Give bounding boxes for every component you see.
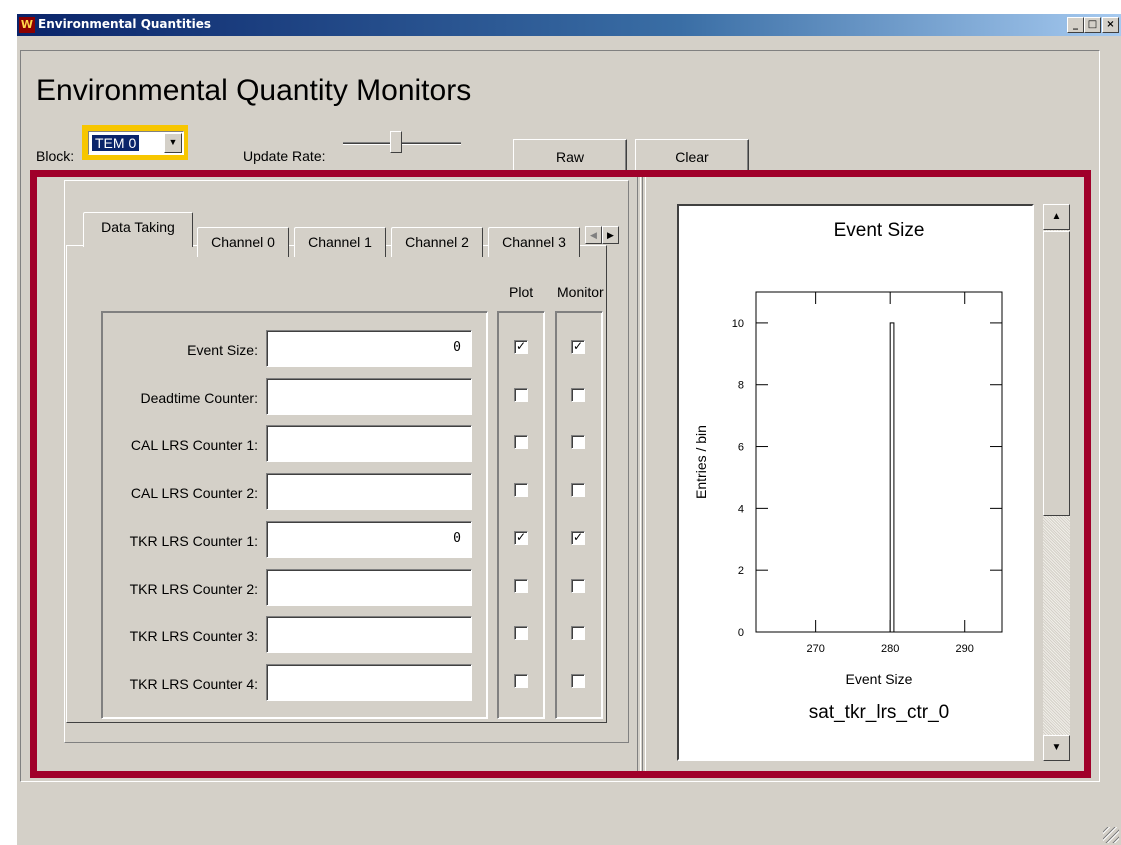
block-select[interactable]: TEM 0 ▼ <box>88 131 184 155</box>
y-axis-label: Entries / bin <box>693 425 709 499</box>
update-rate-slider-thumb[interactable] <box>390 131 402 153</box>
monitor-checkbox[interactable] <box>571 435 585 449</box>
tab-channel-3[interactable]: Channel 3 <box>488 227 580 257</box>
minimize-button[interactable]: _ <box>1067 17 1084 33</box>
field-label: TKR LRS Counter 1: <box>129 533 258 549</box>
arrow-right-icon[interactable]: ▶ <box>602 226 619 244</box>
field-label: Event Size: <box>187 342 258 358</box>
plot-column-header: Plot <box>509 284 534 300</box>
value-field[interactable] <box>266 569 472 606</box>
title-bar[interactable]: W Environmental Quantities _ □ × <box>17 14 1121 36</box>
y-tick-label: 4 <box>738 503 744 515</box>
block-selected-value: TEM 0 <box>90 134 141 152</box>
scrollbar-thumb[interactable] <box>1043 231 1070 516</box>
plot-checkbox[interactable] <box>514 388 528 402</box>
plot-checkbox[interactable] <box>514 626 528 640</box>
value-field[interactable]: 0 <box>266 521 472 558</box>
plot-area: Event Size 0 2 4 6 8 10 270 280 290 Event Size Entr… <box>677 204 1034 761</box>
resize-grip-icon[interactable] <box>1103 827 1119 843</box>
monitor-checkbox[interactable] <box>571 579 585 593</box>
update-rate-slider[interactable] <box>343 142 461 145</box>
value-field[interactable] <box>266 425 472 462</box>
x-axis-label: Event Size <box>846 671 913 687</box>
field-label: TKR LRS Counter 4: <box>129 676 258 692</box>
y-tick-label: 8 <box>738 380 744 392</box>
histogram-chart: Event Size 0 2 4 6 8 10 270 280 290 Event Size Entr… <box>693 220 1003 723</box>
monitor-column-header: Monitor <box>557 284 604 300</box>
plot-checkbox[interactable] <box>514 435 528 449</box>
value-field[interactable]: 0 <box>266 330 472 367</box>
value-field[interactable] <box>266 473 472 510</box>
chart-title: Event Size <box>834 220 925 241</box>
monitor-checkbox[interactable]: ✓ <box>571 340 585 354</box>
update-rate-label: Update Rate: <box>243 148 326 164</box>
x-tick-label: 290 <box>956 643 974 655</box>
plot-checkbox[interactable]: ✓ <box>514 340 528 354</box>
field-label: CAL LRS Counter 1: <box>130 437 258 453</box>
arrow-left-icon[interactable]: ◀ <box>585 226 602 244</box>
app-icon: W <box>19 17 35 33</box>
block-label: Block: <box>36 148 75 164</box>
histogram-bar <box>889 322 895 633</box>
close-button[interactable]: × <box>1102 17 1119 33</box>
field-label: TKR LRS Counter 2: <box>129 581 258 597</box>
plot-checkbox[interactable]: ✓ <box>514 531 528 545</box>
y-tick-label: 2 <box>738 565 744 577</box>
plot-group <box>497 311 545 719</box>
values-group <box>101 311 488 719</box>
monitor-checkbox[interactable] <box>571 388 585 402</box>
plot-frame-box <box>755 291 1003 633</box>
value-field[interactable] <box>266 378 472 415</box>
tab-channel-2[interactable]: Channel 2 <box>391 227 483 257</box>
field-label: Deadtime Counter: <box>140 390 258 406</box>
plot-checkbox[interactable] <box>514 579 528 593</box>
plot-checkbox[interactable] <box>514 674 528 688</box>
plot-scrollbar[interactable]: ▲ ▼ <box>1043 204 1070 761</box>
panel-splitter[interactable] <box>633 177 647 771</box>
monitor-checkbox[interactable] <box>571 483 585 497</box>
field-label: CAL LRS Counter 2: <box>130 485 258 501</box>
arrow-down-icon[interactable]: ▼ <box>1043 735 1070 761</box>
tab-channel-0[interactable]: Channel 0 <box>197 227 289 257</box>
tab-channel-1[interactable]: Channel 1 <box>294 227 386 257</box>
value-field[interactable] <box>266 664 472 701</box>
tab-data-taking[interactable]: Data Taking <box>83 212 193 247</box>
y-tick-label: 0 <box>738 627 744 639</box>
y-tick-label: 10 <box>732 318 744 330</box>
x-tick-label: 270 <box>806 643 824 655</box>
page-title: Environmental Quantity Monitors <box>36 74 472 107</box>
value-field[interactable] <box>266 616 472 653</box>
maximize-button[interactable]: □ <box>1084 17 1101 33</box>
chart-subtitle: sat_tkr_lrs_ctr_0 <box>809 702 949 723</box>
window-title: Environmental Quantities <box>38 17 212 31</box>
arrow-up-icon[interactable]: ▲ <box>1043 204 1070 230</box>
x-tick-label: 280 <box>881 643 899 655</box>
chevron-down-icon[interactable]: ▼ <box>164 133 182 153</box>
monitor-checkbox[interactable] <box>571 674 585 688</box>
y-tick-label: 6 <box>738 442 744 454</box>
monitor-checkbox[interactable]: ✓ <box>571 531 585 545</box>
monitor-checkbox[interactable] <box>571 626 585 640</box>
field-label: TKR LRS Counter 3: <box>129 628 258 644</box>
plot-checkbox[interactable] <box>514 483 528 497</box>
monitor-group <box>555 311 603 719</box>
